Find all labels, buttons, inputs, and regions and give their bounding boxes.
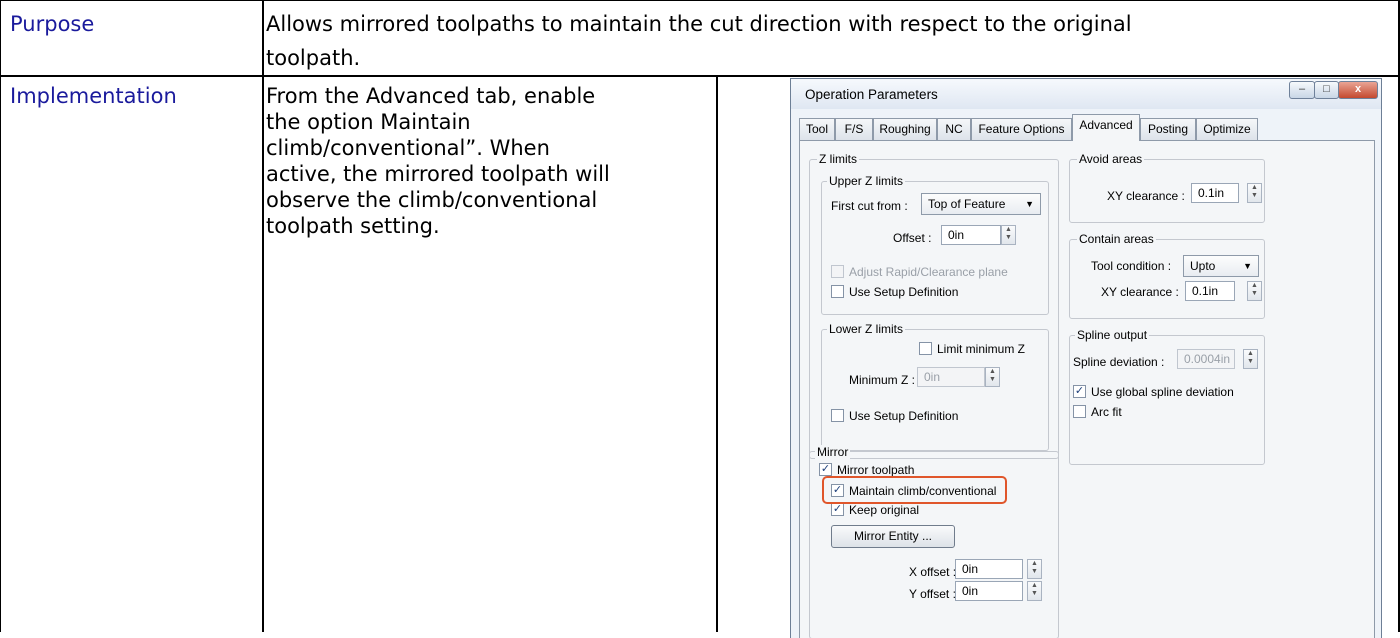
use-global-spline-label: Use global spline deviation <box>1091 385 1234 399</box>
spin-up-icon: ▲ <box>1031 582 1038 589</box>
implementation-text-line-3: climb/conventional”. When <box>266 136 550 160</box>
use-setup-definition-checkbox[interactable] <box>831 285 844 298</box>
offset-label: Offset : <box>893 231 932 245</box>
x-offset-input[interactable]: 0in <box>955 559 1023 579</box>
mirror-toolpath-checkbox[interactable]: ✓ <box>819 463 832 476</box>
implementation-text-line-1: From the Advanced tab, enable <box>266 84 596 108</box>
spin-up-icon: ▲ <box>1031 560 1038 567</box>
use-setup-definition-2-label: Use Setup Definition <box>849 409 959 423</box>
spline-deviation-spinner[interactable]: ▲ ▼ <box>1243 349 1258 369</box>
tool-condition-label: Tool condition : <box>1091 259 1172 273</box>
purpose-text-line-1: Allows mirrored toolpaths to maintain th… <box>266 12 1132 36</box>
use-setup-definition-2-checkbox[interactable] <box>831 409 844 422</box>
offset-input[interactable]: 0in <box>941 225 1001 245</box>
spline-output-title: Spline output <box>1075 328 1150 342</box>
minimum-z-input[interactable]: 0in <box>917 367 985 387</box>
y-offset-label: Y offset : <box>909 587 956 601</box>
contain-xy-clearance-input[interactable]: 0.1in <box>1185 281 1235 301</box>
adjust-rapid-checkbox[interactable] <box>831 265 844 278</box>
minimize-icon[interactable]: – <box>1289 81 1315 99</box>
table-border-left <box>0 0 1 632</box>
callout-highlight <box>822 476 1007 504</box>
contain-xy-clearance-label: XY clearance : <box>1101 285 1179 299</box>
tab-feature-options[interactable]: Feature Options <box>971 118 1072 140</box>
mirror-entity-button[interactable]: Mirror Entity ... <box>831 525 955 548</box>
dialog-title: Operation Parameters <box>805 87 938 102</box>
x-offset-label: X offset : <box>909 565 957 579</box>
table-border-top <box>0 0 1400 1</box>
chevron-down-icon: ▼ <box>1243 261 1252 271</box>
implementation-label: Implementation <box>10 84 177 108</box>
adjust-rapid-label: Adjust Rapid/Clearance plane <box>849 265 1008 279</box>
minimum-z-label: Minimum Z : <box>849 373 915 387</box>
spin-up-icon: ▲ <box>1251 184 1258 191</box>
tab-fs[interactable]: F/S <box>835 118 873 140</box>
spin-up-icon: ▲ <box>1247 350 1254 357</box>
operation-parameters-dialog: Operation Parameters – □ x Tool F/S Roug… <box>790 78 1382 638</box>
implementation-text-line-5: observe the climb/conventional <box>266 188 598 212</box>
tab-advanced[interactable]: Advanced <box>1072 114 1140 141</box>
spin-down-icon: ▼ <box>1005 234 1012 241</box>
limit-minimum-z-label: Limit minimum Z <box>937 342 1026 356</box>
contain-xy-clearance-spinner[interactable]: ▲ ▼ <box>1247 281 1262 301</box>
arc-fit-checkbox[interactable] <box>1073 405 1086 418</box>
first-cut-label: First cut from : <box>831 199 908 213</box>
implementation-text-line-4: active, the mirrored toolpath will <box>266 162 610 186</box>
table-column-divider <box>262 0 264 632</box>
avoid-xy-clearance-spinner[interactable]: ▲ ▼ <box>1247 183 1262 203</box>
avoid-areas-title: Avoid areas <box>1077 152 1145 166</box>
spin-up-icon: ▲ <box>1251 282 1258 289</box>
table-inner-column-divider <box>716 76 718 632</box>
tab-roughing[interactable]: Roughing <box>873 118 937 140</box>
x-offset-spinner[interactable]: ▲ ▼ <box>1027 559 1042 579</box>
purpose-label: Purpose <box>10 12 95 36</box>
spin-up-icon: ▲ <box>989 368 996 375</box>
spin-up-icon: ▲ <box>1005 226 1012 233</box>
purpose-text-line-2: toolpath. <box>266 46 361 70</box>
avoid-xy-clearance-input[interactable]: 0.1in <box>1191 183 1239 203</box>
spin-down-icon: ▼ <box>1251 290 1258 297</box>
keep-original-label: Keep original <box>849 503 920 517</box>
y-offset-input[interactable]: 0in <box>955 581 1023 601</box>
spline-deviation-input[interactable]: 0.0004in <box>1177 349 1235 369</box>
spin-down-icon: ▼ <box>1031 590 1038 597</box>
dialog-titlebar: Operation Parameters – □ x <box>791 79 1381 109</box>
spin-down-icon: ▼ <box>1251 192 1258 199</box>
y-offset-spinner[interactable]: ▲ ▼ <box>1027 581 1042 601</box>
tab-tool[interactable]: Tool <box>799 118 835 140</box>
first-cut-select[interactable]: Top of Feature ▼ <box>921 193 1041 215</box>
spin-down-icon: ▼ <box>1247 358 1254 365</box>
avoid-xy-clearance-label: XY clearance : <box>1107 189 1185 203</box>
implementation-text-line-2: the option Maintain <box>266 110 471 134</box>
minimum-z-spinner[interactable]: ▲ ▼ <box>985 367 1000 387</box>
use-global-spline-checkbox[interactable]: ✓ <box>1073 385 1086 398</box>
mirror-title: Mirror <box>815 445 851 459</box>
keep-original-checkbox[interactable]: ✓ <box>831 503 844 516</box>
implementation-text-line-6: toolpath setting. <box>266 214 440 238</box>
first-cut-value: Top of Feature <box>928 197 1006 211</box>
spin-down-icon: ▼ <box>989 376 996 383</box>
tab-optimize[interactable]: Optimize <box>1196 118 1258 140</box>
contain-areas-group <box>1069 239 1265 319</box>
offset-spinner[interactable]: ▲ ▼ <box>1001 225 1016 245</box>
table-row-divider <box>0 75 1400 77</box>
z-limits-title: Z limits <box>817 152 859 166</box>
mirror-toolpath-label: Mirror toolpath <box>837 463 915 477</box>
limit-minimum-z-checkbox[interactable] <box>919 342 932 355</box>
spin-down-icon: ▼ <box>1031 568 1038 575</box>
tab-posting[interactable]: Posting <box>1140 118 1196 140</box>
chevron-down-icon: ▼ <box>1025 199 1034 209</box>
contain-areas-title: Contain areas <box>1077 232 1156 246</box>
use-setup-definition-label: Use Setup Definition <box>849 285 959 299</box>
tool-condition-value: Upto <box>1190 259 1216 273</box>
maximize-icon[interactable]: □ <box>1314 81 1339 99</box>
arc-fit-label: Arc fit <box>1091 405 1122 419</box>
lower-z-limits-title: Lower Z limits <box>827 322 906 336</box>
spline-deviation-label: Spline deviation : <box>1073 355 1165 369</box>
upper-z-limits-title: Upper Z limits <box>827 174 906 188</box>
tool-condition-select[interactable]: Upto ▼ <box>1183 255 1259 277</box>
close-icon[interactable]: x <box>1338 81 1378 99</box>
tab-nc[interactable]: NC <box>937 118 971 140</box>
